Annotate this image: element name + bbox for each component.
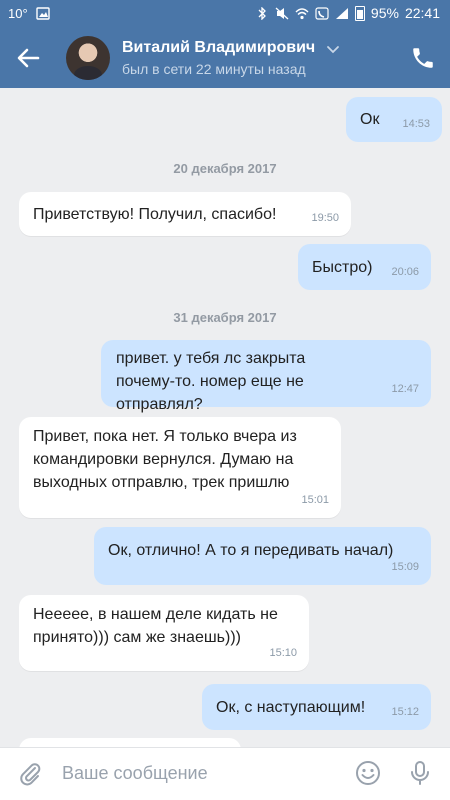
message-bubble-outgoing[interactable]: Быстро) 20:06 bbox=[298, 244, 431, 290]
wifi-icon bbox=[295, 7, 309, 20]
date-separator: 20 декабря 2017 bbox=[173, 161, 277, 176]
message-time: 15:12 bbox=[391, 706, 419, 718]
status-bar: 10° 95% 22:41 bbox=[0, 0, 450, 28]
message-time: 14:53 bbox=[402, 118, 430, 130]
message-time: 20:06 bbox=[391, 266, 419, 278]
message-bubble-outgoing[interactable]: Ок 14:53 bbox=[346, 97, 442, 142]
message-bubble-incoming[interactable]: Привет, пока нет. Я только вчера из кома… bbox=[19, 417, 341, 518]
message-time: 15:10 bbox=[269, 647, 297, 659]
message-time: 12:47 bbox=[391, 383, 419, 395]
back-arrow-icon[interactable] bbox=[12, 42, 44, 74]
battery-percent: 95% bbox=[370, 5, 399, 21]
message-text: Привет, пока нет. Я только вчера из кома… bbox=[33, 428, 297, 491]
mute-icon bbox=[275, 7, 289, 20]
battery-icon bbox=[354, 5, 365, 21]
chat-header: Виталий Владимирович был в сети 22 минут… bbox=[0, 28, 450, 88]
message-text: Ок, с наступающим! bbox=[216, 699, 366, 716]
image-notification-icon bbox=[35, 7, 50, 20]
message-time: 19:50 bbox=[311, 212, 339, 224]
message-bubble-outgoing[interactable]: привет. у тебя лс закрыта почему-то. ном… bbox=[101, 340, 431, 413]
message-bubble-outgoing[interactable]: Ок, с наступающим! 15:12 bbox=[202, 684, 431, 730]
weather-temp: 10° bbox=[8, 6, 28, 21]
bluetooth-icon bbox=[255, 6, 269, 20]
clock: 22:41 bbox=[404, 5, 440, 21]
online-status: был в сети 22 минуты назад bbox=[122, 61, 306, 77]
avatar[interactable] bbox=[66, 36, 110, 80]
message-bubble-incoming[interactable]: Приветствую! Получил, спасибо! 19:50 bbox=[19, 192, 351, 236]
call-icon bbox=[315, 6, 329, 20]
message-bubble-incoming[interactable]: Нееееe, в нашем деле кидать не принято))… bbox=[19, 595, 309, 671]
message-text: привет. у тебя лс закрыта почему-то. ном… bbox=[116, 350, 306, 413]
chevron-down-icon[interactable] bbox=[326, 42, 340, 56]
phone-icon[interactable] bbox=[410, 45, 436, 71]
signal-icon bbox=[335, 7, 349, 20]
message-input[interactable] bbox=[62, 758, 332, 788]
message-text: Нееееe, в нашем деле кидать не принято))… bbox=[33, 606, 278, 646]
date-separator: 31 декабря 2017 bbox=[173, 310, 277, 325]
message-bubble-outgoing[interactable]: Ок, отлично! А то я передивать начал) 15… bbox=[94, 527, 431, 585]
message-text: Быстро) bbox=[312, 259, 373, 276]
contact-name[interactable]: Виталий Владимирович bbox=[122, 39, 315, 57]
message-time: 15:09 bbox=[391, 561, 419, 573]
message-text: Ок bbox=[360, 111, 380, 128]
message-text: Ок, отлично! А то я передивать начал) bbox=[108, 542, 394, 559]
paperclip-icon[interactable] bbox=[16, 760, 44, 788]
message-text: Приветствую! Получил, спасибо! bbox=[33, 206, 277, 223]
microphone-icon[interactable] bbox=[406, 759, 434, 787]
message-composer bbox=[0, 747, 450, 800]
message-time: 15:01 bbox=[301, 494, 329, 506]
emoji-icon[interactable] bbox=[354, 759, 382, 787]
